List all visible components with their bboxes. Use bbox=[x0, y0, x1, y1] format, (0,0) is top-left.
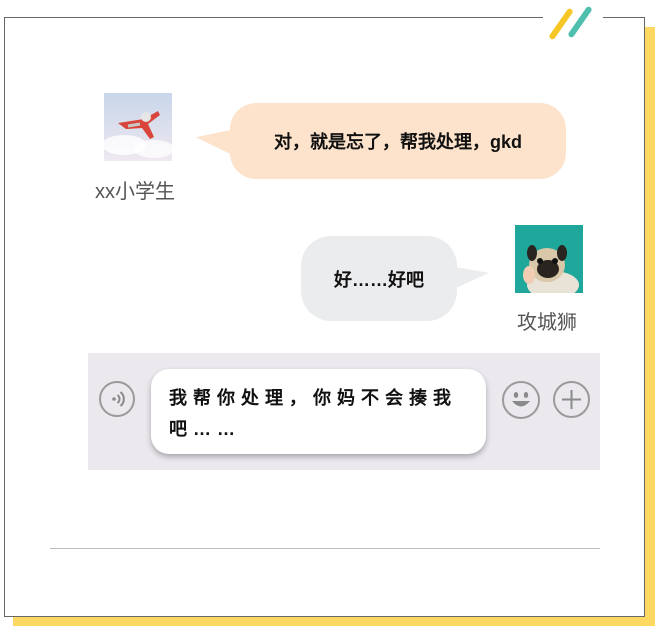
voice-icon bbox=[112, 391, 125, 407]
plus-icon bbox=[562, 390, 581, 409]
add-button[interactable] bbox=[553, 381, 590, 418]
message-input[interactable]: 我帮你处理，你妈不会揍我吧…… bbox=[151, 369, 486, 454]
message-bubble-right[interactable]: 好……好吧 bbox=[301, 236, 457, 321]
avatar-left-image bbox=[104, 93, 172, 161]
voice-button[interactable] bbox=[99, 381, 135, 417]
message-text-right: 好……好吧 bbox=[334, 269, 424, 290]
message-text-left: 对，就是忘了，帮我处理，gkd bbox=[274, 132, 522, 152]
message-input-text: 我帮你处理，你妈不会揍我吧…… bbox=[169, 388, 457, 439]
avatar-left[interactable] bbox=[104, 93, 172, 161]
message-bubble-left[interactable]: 对，就是忘了，帮我处理，gkd bbox=[230, 103, 566, 179]
sender-name-left: xx小学生 bbox=[95, 181, 175, 203]
avatar-right-image bbox=[515, 225, 583, 293]
corner-decoration bbox=[543, 0, 603, 41]
bottom-divider bbox=[50, 548, 600, 549]
emoji-icon bbox=[512, 392, 530, 407]
sender-name-right: 攻城狮 bbox=[517, 312, 577, 334]
avatar-right[interactable] bbox=[515, 225, 583, 293]
emoji-button[interactable] bbox=[502, 381, 540, 419]
